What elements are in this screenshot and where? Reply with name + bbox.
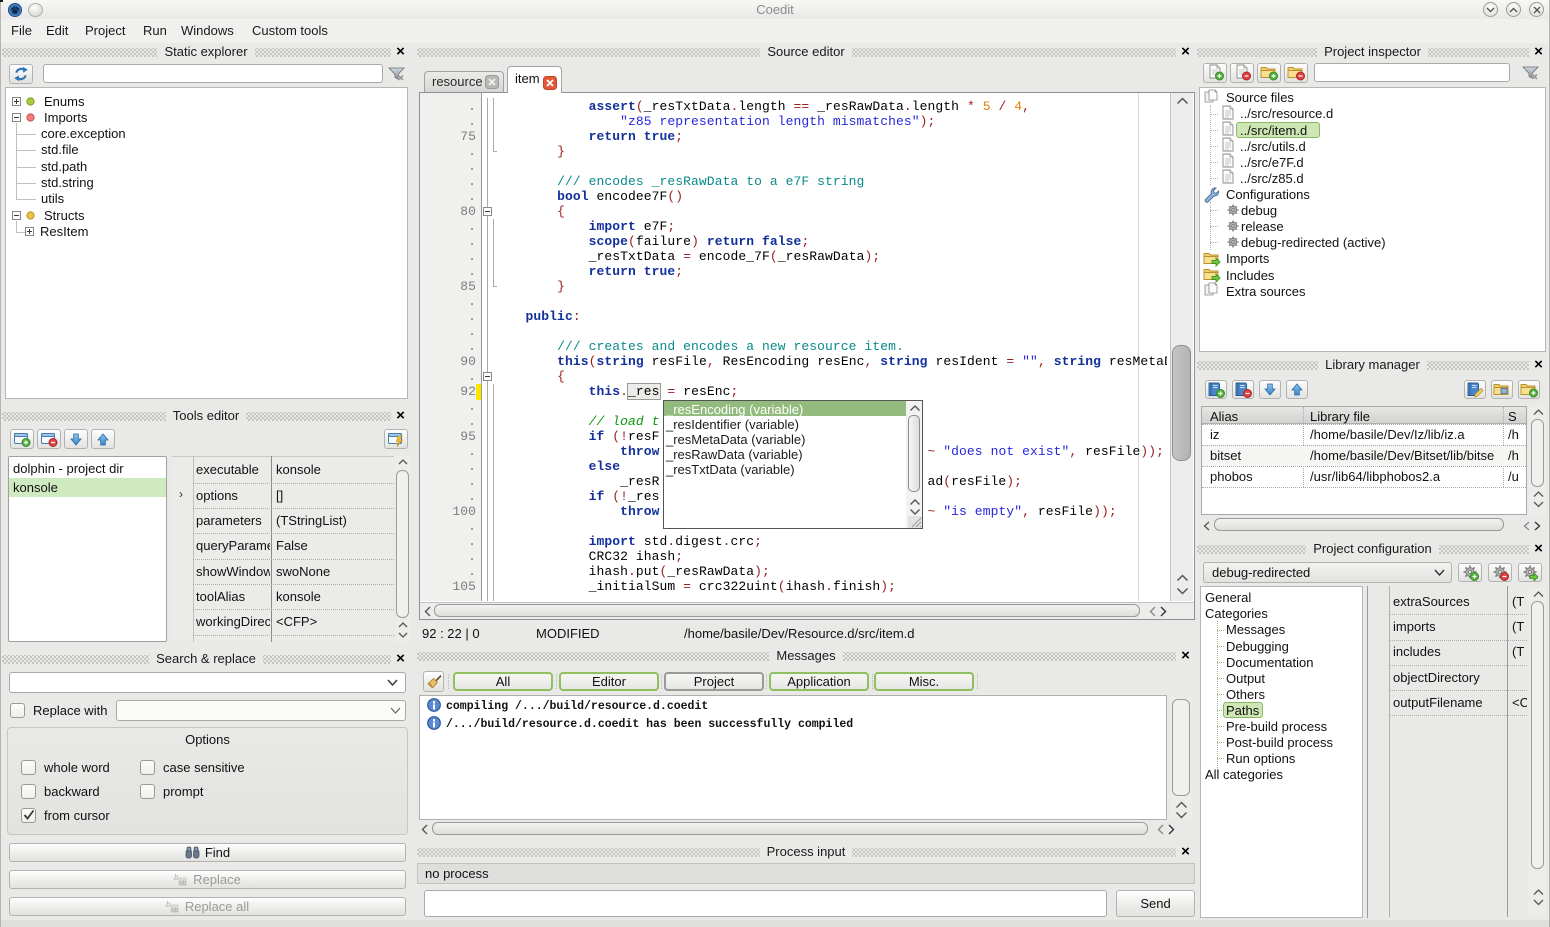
svg-text:b: b (166, 900, 171, 909)
svg-text:b: b (174, 873, 179, 882)
svg-text:ab: ab (180, 881, 187, 887)
svg-text:ab: ab (171, 908, 178, 914)
